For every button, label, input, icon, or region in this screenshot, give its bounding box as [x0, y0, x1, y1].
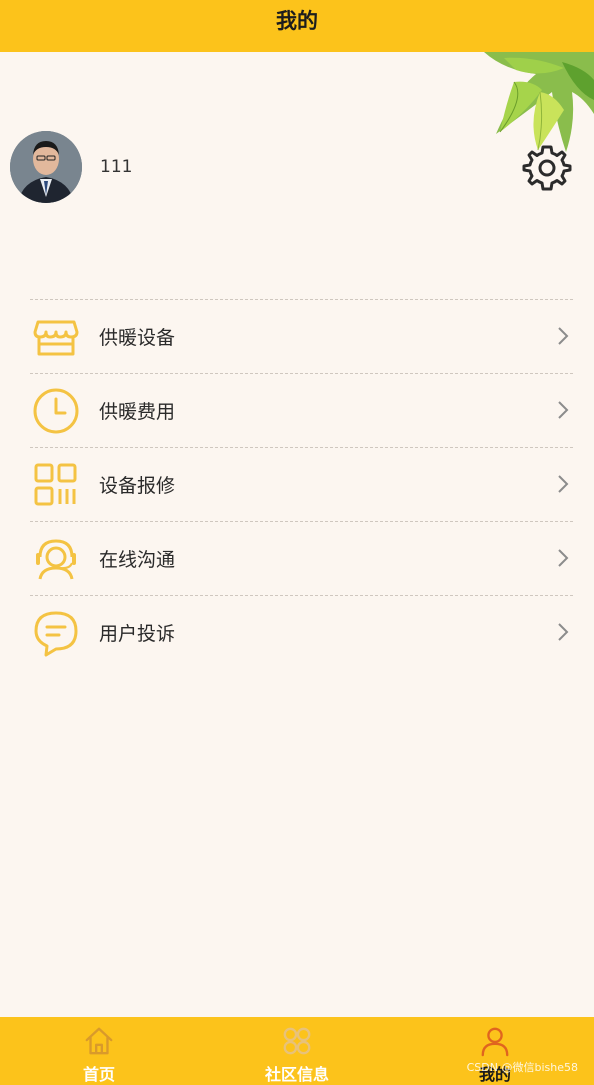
- bottom-tab-bar: 首页 社区信息 我的 CSDN @微信bishe58: [0, 1017, 594, 1085]
- settings-gear-icon[interactable]: [522, 143, 572, 193]
- chevron-right-icon: [558, 327, 569, 345]
- menu-item-label: 供暖设备: [99, 327, 176, 349]
- menu-item-heating-equipment[interactable]: 供暖设备: [30, 300, 573, 374]
- chevron-right-icon: [558, 401, 569, 419]
- menu-item-heating-fees[interactable]: 供暖费用: [30, 374, 573, 448]
- menu-item-online-chat[interactable]: 在线沟通: [30, 522, 573, 596]
- my-page: 我的 111 供暖设备 供暖费用 设备报修 在线沟通 用户投诉 首页 社区信息 …: [0, 0, 594, 1085]
- menu-item-equipment-repair[interactable]: 设备报修: [30, 448, 573, 522]
- chevron-right-icon: [558, 549, 569, 567]
- qr-code-icon: [31, 460, 81, 510]
- menu-item-user-complaint[interactable]: 用户投诉: [30, 596, 573, 669]
- clock-icon: [31, 386, 81, 436]
- tab-community-info[interactable]: 社区信息: [198, 1017, 396, 1085]
- profile-section: 111: [10, 131, 584, 205]
- chat-bubble-icon: [31, 608, 81, 658]
- page-title: 我的: [276, 9, 318, 33]
- home-icon: [85, 1027, 113, 1055]
- menu-list: 供暖设备 供暖费用 设备报修 在线沟通 用户投诉: [30, 299, 573, 669]
- tab-label: 首页: [82, 1065, 115, 1084]
- avatar-image: [10, 131, 82, 203]
- menu-item-label: 在线沟通: [99, 549, 176, 571]
- tab-home[interactable]: 首页: [0, 1017, 198, 1085]
- tab-label: 社区信息: [264, 1065, 329, 1084]
- username: 111: [100, 157, 133, 177]
- chevron-right-icon: [558, 475, 569, 493]
- avatar[interactable]: [10, 131, 82, 203]
- header-bar: 我的: [0, 0, 594, 52]
- menu-item-label: 供暖费用: [99, 401, 176, 423]
- menu-item-label: 用户投诉: [99, 623, 176, 645]
- user-icon: [481, 1027, 509, 1057]
- store-icon: [31, 312, 81, 362]
- watermark-text: CSDN @微信bishe58: [466, 1061, 578, 1074]
- menu-item-label: 设备报修: [99, 475, 176, 497]
- headset-icon: [31, 534, 81, 584]
- grid-icon: [283, 1027, 311, 1055]
- chevron-right-icon: [558, 623, 569, 641]
